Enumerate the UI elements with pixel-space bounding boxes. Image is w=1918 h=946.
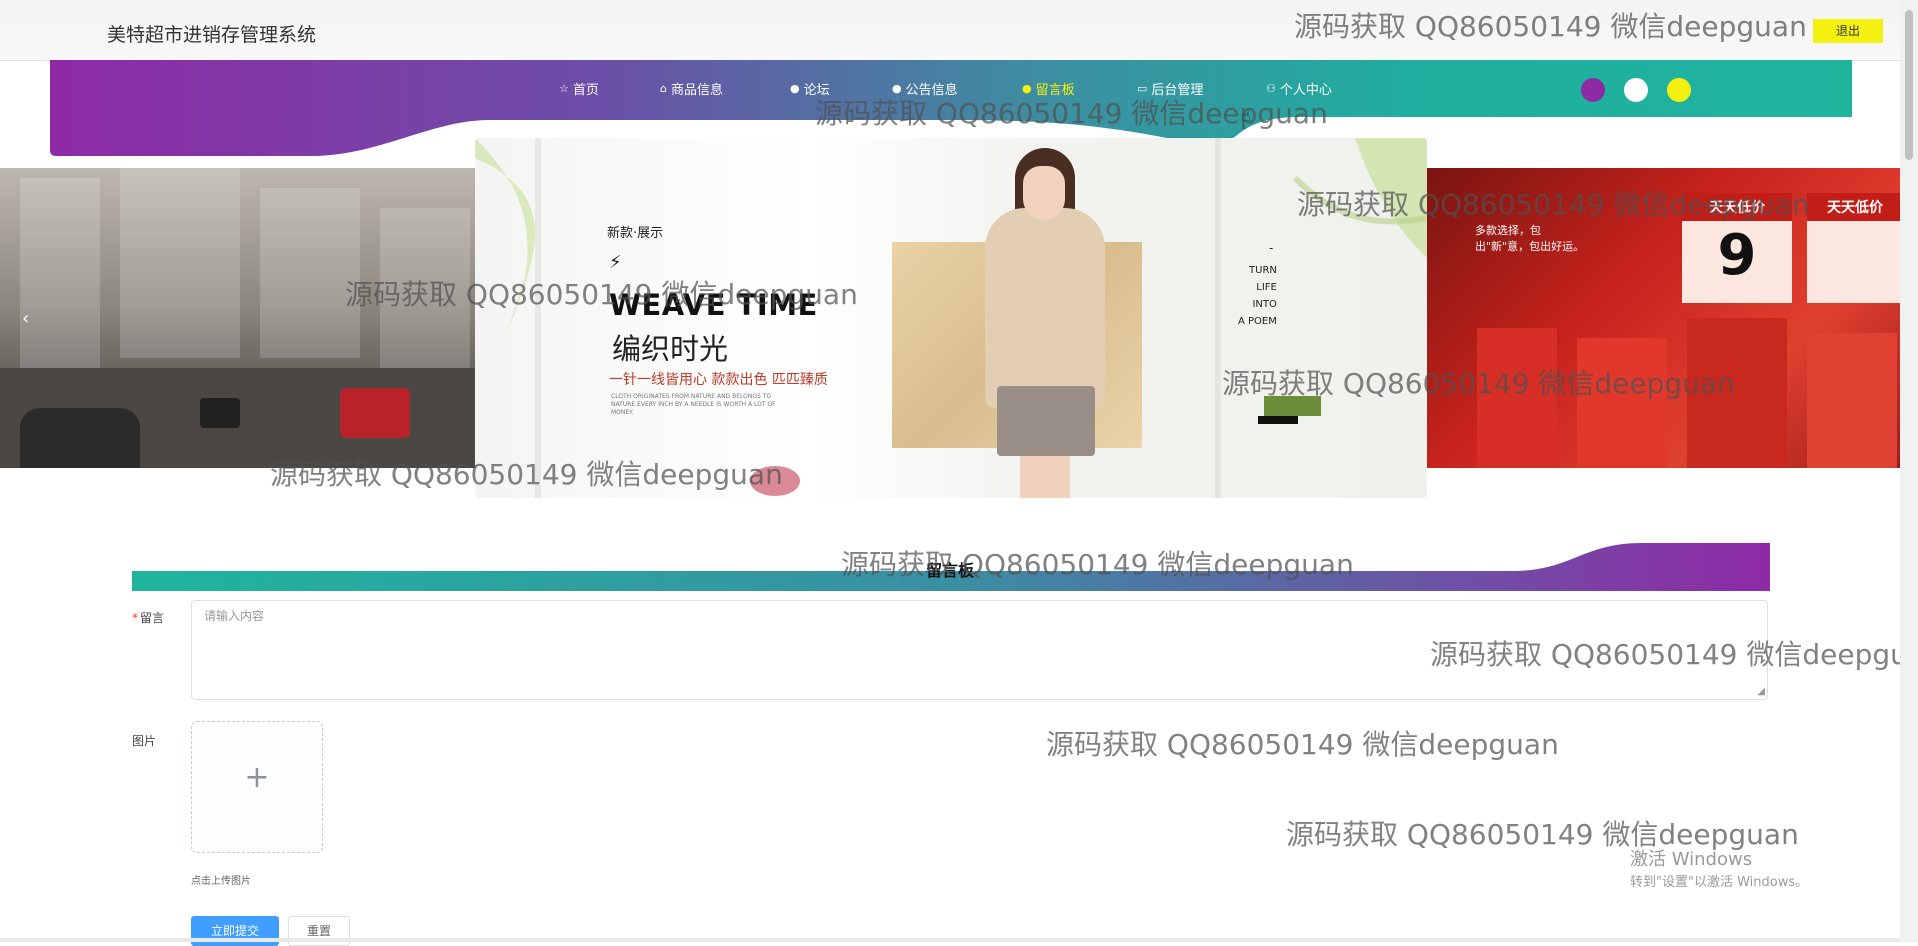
nav-item-announcements[interactable]: ● 公告信息 (892, 79, 958, 98)
windows-activation-hint: 转到"设置"以激活 Windows。 (1630, 875, 1809, 890)
bag-icon: ⌂ (660, 82, 667, 95)
nav-label: 后台管理 (1151, 83, 1204, 98)
price-tag-value: 9 (1717, 223, 1757, 288)
image-label: 图片 (132, 734, 157, 748)
main-nav: ☆ 首页 ⌂ 商品信息 ● 论坛 ● 公告信息 ● 留言板 ▭ 后台管理 ⚇ 个… (0, 79, 1900, 103)
poem-line: LIFE (1256, 282, 1277, 293)
watermark: 源码获取 QQ86050149 微信deepguan (1046, 728, 1559, 761)
model-face (1023, 166, 1065, 220)
message-textarea[interactable]: 请输入内容 ◢ (191, 600, 1768, 700)
carousel-slide-street: ‹ (0, 168, 475, 468)
required-mark: * (132, 611, 138, 625)
app-title: 美特超市进销存管理系统 (107, 24, 317, 46)
theme-swatch-purple[interactable] (1581, 78, 1605, 102)
nav-item-forum[interactable]: ● 论坛 (790, 79, 830, 98)
theme-swatch-yellow[interactable] (1667, 78, 1691, 102)
nav-label: 商品信息 (670, 83, 723, 98)
nav-item-products[interactable]: ⌂ 商品信息 (660, 79, 723, 98)
nav-item-message-board[interactable]: ● 留言板 (1022, 79, 1075, 98)
price-tag: 天天低价 9 (1682, 193, 1792, 303)
upload-tip: 点击上传图片 (191, 876, 251, 887)
banner-tagline: 一针一线皆用心 款款出色 匹匹臻质 (609, 372, 828, 388)
model-legs (1020, 456, 1070, 498)
banner-headline: WEAVE TIME (609, 288, 818, 322)
vertical-scrollbar[interactable] (1900, 0, 1918, 942)
decor-green-box (1264, 396, 1321, 416)
logout-button[interactable]: 退出 (1813, 19, 1883, 43)
banner-kicker: 新款·展示 (607, 226, 664, 241)
price-tag-title: 天天低价 (1807, 193, 1903, 221)
model-sweater (985, 208, 1105, 408)
horizontal-scrollbar[interactable] (0, 938, 1900, 942)
info-icon: ● (790, 82, 800, 95)
decor-flower (750, 466, 800, 496)
nav-label: 个人中心 (1279, 83, 1332, 98)
nav-label: 公告信息 (905, 83, 958, 98)
top-bar: 美特超市进销存管理系统 退出 (0, 0, 1900, 61)
nav-item-home[interactable]: ☆ 首页 (559, 79, 599, 98)
image-upload[interactable]: + (191, 721, 323, 853)
nav-item-profile[interactable]: ⚇ 个人中心 (1266, 79, 1332, 98)
user-icon: ⚇ (1266, 82, 1276, 95)
nav-label: 首页 (572, 83, 599, 98)
message-placeholder: 请输入内容 (204, 609, 265, 623)
lightning-icon: ⚡ (609, 252, 622, 273)
message-label-text: 留言 (140, 611, 165, 625)
star-icon: ☆ (559, 82, 569, 95)
price-tag: 天天低价 (1807, 193, 1903, 303)
scrollbar-thumb[interactable] (1905, 10, 1913, 160)
banner-small-print: CLOTH ORIGINATES FROM NATURE AND BELONGS… (611, 393, 776, 416)
poem-dash: - (1269, 241, 1274, 255)
poem-line: INTO (1252, 299, 1277, 310)
decor-black-box (1258, 416, 1298, 424)
banner-headline-cn: 编织时光 (612, 332, 729, 366)
hand-cursor-icon: ☝ (1241, 106, 1251, 125)
carousel-slide-supermarket: 天天低价 9 天天低价 多款选择，包出"新"意，包出好运。 (1427, 168, 1903, 468)
banner-poem: TURN LIFE INTO A POEM (1238, 262, 1277, 330)
nav-label: 留言板 (1035, 83, 1075, 98)
banner-carousel[interactable]: ‹ 新款·展示 ⚡ WEAVE TIME 编织时光 一针一线皆用心 款款出色 匹… (0, 138, 1905, 498)
poem-line: TURN (1249, 265, 1277, 276)
promo-sign: 多款选择，包出"新"意，包出好运。 (1475, 224, 1585, 253)
message-label: * 留言 (132, 609, 164, 626)
carousel-slide-fashion: 新款·展示 ⚡ WEAVE TIME 编织时光 一针一线皆用心 款款出色 匹匹臻… (475, 138, 1427, 498)
theme-swatch-white[interactable] (1624, 78, 1648, 102)
poem-line: A POEM (1238, 316, 1277, 327)
resize-grip-icon[interactable]: ◢ (1757, 686, 1765, 697)
plus-icon: + (244, 760, 270, 795)
windows-activation-title: 激活 Windows (1630, 849, 1753, 870)
briefcase-icon: ▭ (1137, 82, 1148, 95)
nav-item-admin[interactable]: ▭ 后台管理 (1137, 79, 1203, 98)
model-skirt (997, 386, 1095, 456)
info-icon: ● (892, 82, 902, 95)
info-icon: ● (1022, 82, 1032, 95)
price-tag-title: 天天低价 (1682, 193, 1792, 221)
section-title: 留言板 (925, 561, 974, 580)
nav-label: 论坛 (803, 83, 830, 98)
carousel-prev-button[interactable]: ‹ (22, 308, 29, 329)
